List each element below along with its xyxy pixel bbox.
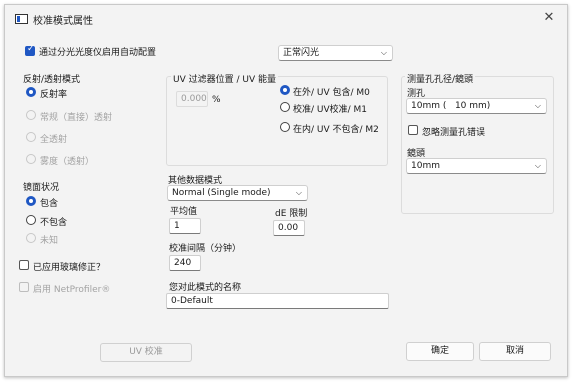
- aperture-group-label: 测量孔孔径/鏡頭: [405, 72, 476, 85]
- window-title: 校准模式属性: [33, 16, 93, 27]
- chevron-down-icon: ⌵: [295, 188, 302, 197]
- netprofiler-label: 启用 NetProfiler®: [33, 285, 111, 295]
- illuminant-select[interactable]: 正常闪光 ⌵: [278, 45, 393, 61]
- uv-option-2: 在内/ UV 不包含/ M2: [293, 125, 379, 135]
- netprofiler-checkbox[interactable]: [19, 282, 29, 292]
- average-field[interactable]: 1: [169, 218, 201, 234]
- aperture-value: 10mm ( 10 mm): [411, 101, 491, 111]
- reflect-mode-label: 反射/透射模式: [23, 75, 81, 85]
- interval-label: 校准间隔（分钟）: [169, 244, 242, 254]
- glass-correction-checkbox[interactable]: [19, 260, 29, 270]
- other-data-select[interactable]: Normal (Single mode) ⌵: [167, 185, 308, 201]
- reflect-option-1: 常规（直接）透射: [40, 113, 113, 123]
- radio-uv-m1[interactable]: [280, 102, 290, 112]
- radio-reflectance[interactable]: [26, 87, 36, 97]
- mode-name-label: 您对此模式的名称: [169, 283, 242, 293]
- specular-option-0: 包含: [40, 199, 59, 209]
- specular-option-2: 未知: [40, 236, 59, 246]
- app-icon: [15, 14, 28, 24]
- mode-name-field[interactable]: 0-Default: [166, 293, 389, 309]
- ignore-aperture-error-label: 忽略测量孔错误: [422, 128, 486, 138]
- radio-haze-transmission[interactable]: [26, 154, 36, 164]
- title-bar: 校准模式属性 ✕: [5, 5, 567, 33]
- auto-config-label: 通过分光光度仪启用自动配置: [39, 48, 157, 58]
- chevron-down-icon: ⌵: [534, 161, 541, 170]
- specular-label: 镜面状况: [23, 183, 60, 193]
- reflect-option-3: 雾度（透射）: [40, 157, 95, 167]
- illuminant-value: 正常闪光: [283, 48, 320, 58]
- interval-field[interactable]: 240: [169, 255, 201, 271]
- uv-group-label: UV 过滤器位置 / UV 能量: [171, 72, 278, 85]
- ignore-aperture-error-checkbox[interactable]: [408, 125, 418, 135]
- reflect-option-0: 反射率: [40, 90, 68, 100]
- cancel-button[interactable]: 取消: [479, 342, 551, 361]
- radio-specular-include[interactable]: [26, 196, 36, 206]
- ok-button[interactable]: 确定: [406, 342, 474, 361]
- radio-specular-exclude[interactable]: [26, 215, 36, 225]
- auto-config-checkbox[interactable]: [25, 44, 35, 56]
- reflect-option-2: 全透射: [40, 135, 68, 145]
- glass-correction-label: 已应用玻璃修正？: [33, 263, 106, 273]
- radio-total-transmission[interactable]: [26, 132, 36, 142]
- radio-regular-transmission[interactable]: [26, 110, 36, 120]
- chevron-down-icon: ⌵: [380, 48, 387, 57]
- radio-uv-m2[interactable]: [280, 122, 290, 132]
- lens-value: 10mm: [411, 161, 440, 171]
- average-label: 平均值: [170, 207, 198, 217]
- specular-option-1: 不包含: [40, 218, 68, 228]
- uv-option-0: 在外/ UV 包含/ M0: [293, 88, 370, 98]
- radio-specular-unknown[interactable]: [26, 233, 36, 243]
- chevron-down-icon: ⌵: [534, 101, 541, 110]
- close-icon[interactable]: ✕: [541, 10, 557, 26]
- de-limit-field[interactable]: 0.00: [273, 220, 305, 236]
- de-limit-label: dE 限制: [275, 209, 308, 219]
- lens-select[interactable]: 10mm ⌵: [406, 158, 547, 174]
- uv-unit-label: %: [212, 95, 221, 105]
- uv-energy-field[interactable]: 0.000: [176, 91, 208, 107]
- other-data-value: Normal (Single mode): [172, 188, 271, 198]
- aperture-select[interactable]: 10mm ( 10 mm) ⌵: [406, 98, 547, 114]
- uv-calibrate-button[interactable]: UV 校准: [100, 343, 192, 362]
- dialog-window: 校准模式属性 ✕ 通过分光光度仪启用自动配置 正常闪光 ⌵ 反射/透射模式 反射…: [4, 4, 568, 377]
- uv-option-1: 校准/ UV校准/ M1: [293, 105, 368, 115]
- radio-uv-m0[interactable]: [280, 85, 290, 95]
